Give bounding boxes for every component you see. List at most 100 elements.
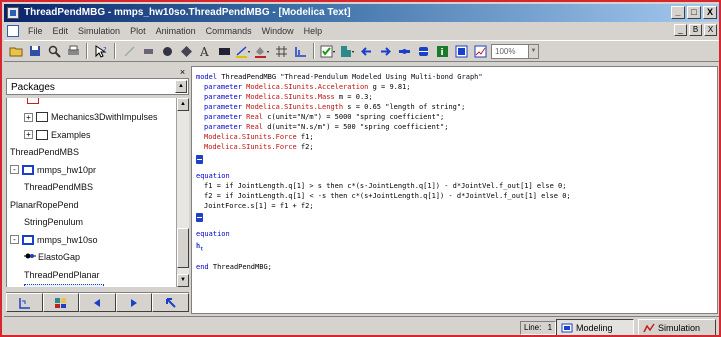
tree-item[interactable]: ThreadPendMBS [10,143,79,161]
minimize-button[interactable]: _ [671,6,685,19]
print-icon[interactable] [65,43,81,59]
code-keyword: parameter [204,93,242,101]
tree-item[interactable]: - mmps_hw10so [10,231,98,249]
expand-icon[interactable]: + [24,130,33,139]
tree-item[interactable]: + Mechanics3DwithImpulses [24,108,158,126]
packages-header-label: Packages [11,82,55,93]
code-param-line: parameter Real c(unit="N/m") = 5000 "spr… [204,112,444,122]
help-pointer-icon[interactable]: ? [93,43,109,59]
rectangle-tool-icon[interactable] [140,43,156,59]
mdi-close-button[interactable]: X [704,24,717,36]
back-arrow-icon[interactable] [358,43,374,59]
document-icon[interactable] [7,25,19,37]
check-icon[interactable] [320,43,336,59]
align-icon[interactable] [292,43,308,59]
fill-color-icon[interactable] [254,43,270,59]
chevron-down-icon[interactable]: ▼ [528,44,538,58]
package-toolbar [6,292,189,312]
modelica-text-editor[interactable]: model ThreadPendMBG "Thread-Pendulum Mod… [191,66,718,314]
tree-item[interactable]: StringPenulum [24,213,83,231]
database-icon[interactable] [415,43,431,59]
expand-icon[interactable]: + [24,112,33,122]
line-tool-icon[interactable] [121,43,137,59]
package-icon [36,129,48,140]
chevron-up-icon[interactable]: ▲ [175,80,187,93]
plot-icon[interactable] [472,43,488,59]
mdi-restore-button[interactable]: B [689,24,702,36]
code-keyword: parameter [204,83,242,91]
forward-icon[interactable] [115,293,153,312]
bitmap-tool-icon[interactable] [216,43,232,59]
code-keyword: end [196,263,209,271]
maximize-button[interactable]: □ [687,6,701,19]
simulation-icon [643,323,655,332]
go-up-icon[interactable] [152,293,189,312]
menu-simulation[interactable]: Simulation [73,26,125,36]
line-value: 1 [547,323,553,332]
forward-arrow-icon[interactable] [377,43,393,59]
ellipse-tool-icon[interactable] [159,43,175,59]
window-title: ThreadPendMBG - mmps_hw10so.ThreadPendMB… [24,7,351,18]
polygon-tool-icon[interactable] [178,43,194,59]
search-icon[interactable] [46,43,62,59]
new-model-icon[interactable] [339,43,355,59]
menu-animation[interactable]: Animation [151,26,201,36]
tree-scrollbar[interactable]: ▲ ▼ [176,98,189,287]
open-icon[interactable] [8,43,24,59]
package-icon [27,98,39,104]
app-window: ThreadPendMBG - mmps_hw10so.ThreadPendMB… [0,0,721,337]
close-button[interactable]: X [703,6,717,19]
menu-plot[interactable]: Plot [125,26,151,36]
annotation-block-icon[interactable] [196,155,203,164]
tree-item[interactable]: - mmps_hw10pr [10,161,96,179]
collapse-icon[interactable]: - [10,235,19,244]
diagram-icon[interactable] [453,43,469,59]
connector-icon[interactable] [396,43,412,59]
modeling-mode-button[interactable]: Modeling [556,319,634,335]
back-icon[interactable] [79,293,116,312]
package-browser: × Packages ▲ + Mechanics3DwithImpulses + Ex… [6,66,189,312]
packages-header[interactable]: Packages ▲ [6,78,189,95]
info-icon[interactable]: i [434,43,450,59]
text-tool-icon[interactable]: A [197,43,213,59]
annotation-block-icon[interactable] [196,213,203,222]
menu-file[interactable]: File [23,26,48,36]
code-type: Real [241,123,264,131]
code-type: Modelica.SIunits.Force [204,143,297,151]
mdi-minimize-button[interactable]: _ [674,24,687,36]
zoom-select[interactable]: 100% ▼ [491,43,539,59]
grid-icon[interactable] [273,43,289,59]
library-view-icon[interactable] [42,293,80,312]
close-icon[interactable]: × [178,68,187,77]
save-icon[interactable] [27,43,43,59]
menu-help[interactable]: Help [299,26,328,36]
menu-window[interactable]: Window [257,26,299,36]
scroll-thumb[interactable] [177,228,189,268]
simulation-label: Simulation [658,322,701,333]
code-param-line: parameter Modelica.SIunits.Mass m = 0.3; [204,92,373,102]
scroll-down-icon[interactable]: ▼ [177,274,189,287]
menu-commands[interactable]: Commands [201,26,257,36]
toolbar-separator [114,43,116,59]
tree-item-label: ThreadPendMBS [10,147,80,157]
tree-item[interactable]: + Examples [24,126,91,144]
code-text: d(unit="N.s/m") = 500 "spring coefficien… [263,123,449,131]
status-bar: Line: 1 Modeling Simulation [4,316,719,335]
scroll-up-icon[interactable]: ▲ [177,98,189,111]
code-text: f2; [296,143,314,151]
tree-item[interactable]: ElastoGap [24,248,80,266]
tree-item[interactable]: ThreadPendPlanar [24,266,100,284]
collapse-icon[interactable]: - [10,165,19,174]
menu-edit[interactable]: Edit [48,26,74,36]
tree-item[interactable]: PlanarRopePend [10,196,79,214]
cursor-line-indicator: Line: 1 [520,321,557,335]
tree-item[interactable]: ThreadPendMBG [24,283,105,287]
simulation-mode-button[interactable]: Simulation [638,319,716,335]
component-view-icon[interactable] [6,293,43,312]
line-color-icon[interactable] [235,43,251,59]
package-tree[interactable]: + Mechanics3DwithImpulses + Examples ThreadP… [6,98,176,287]
code-text: c(unit="N/m") = 5000 "spring coefficient… [263,113,445,121]
tree-item[interactable]: ThreadPendMBS [24,178,93,196]
connection-annotation-icon[interactable]: ht [196,242,205,252]
code-text: f1; [296,133,314,141]
